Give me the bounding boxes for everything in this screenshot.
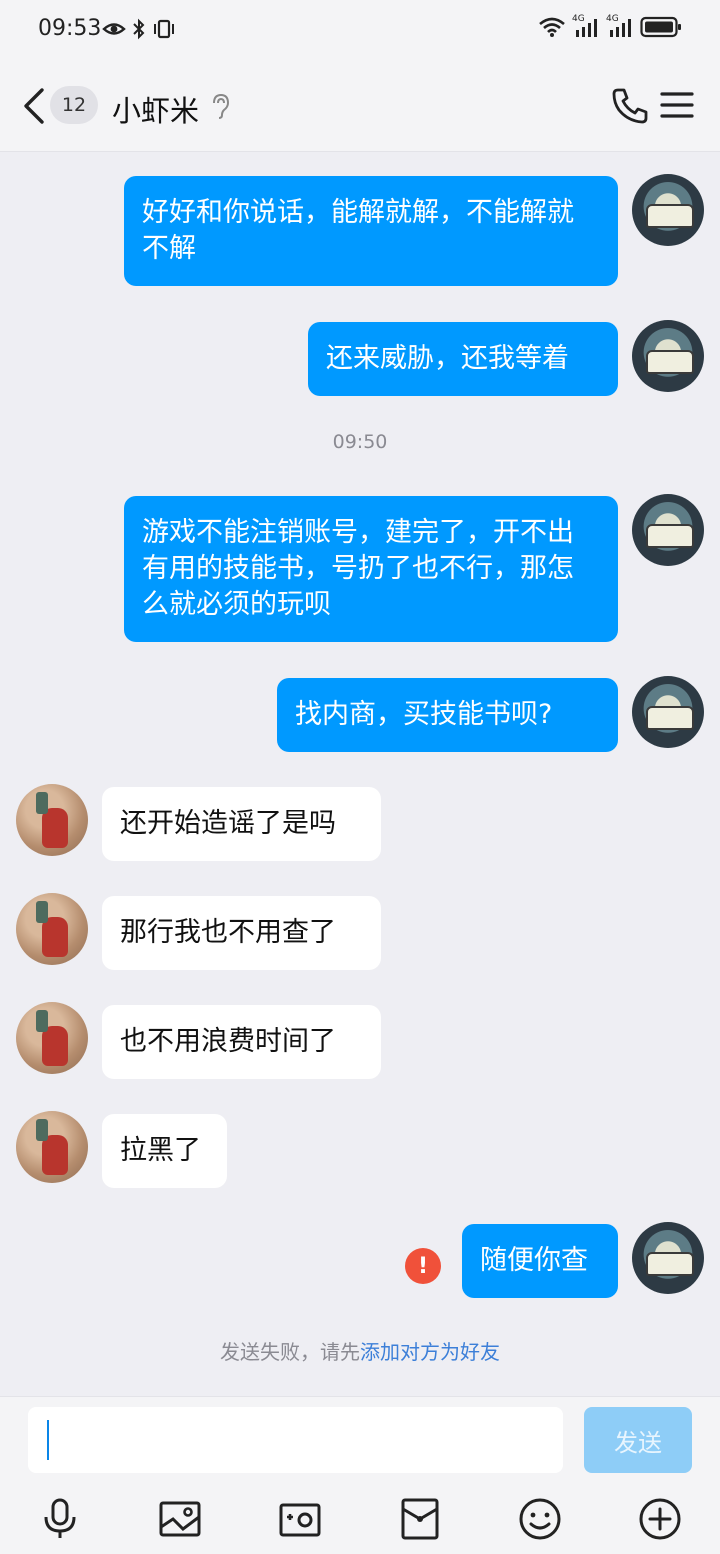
my-avatar[interactable] xyxy=(632,1222,704,1294)
unread-count-badge[interactable]: 12 xyxy=(50,86,98,124)
message-bubble-received[interactable]: 也不用浪费时间了 xyxy=(102,1005,381,1079)
image-icon[interactable] xyxy=(158,1497,202,1541)
emoji-icon[interactable] xyxy=(518,1497,562,1541)
message-bubble-sent[interactable]: 好好和你说话，能解就解，不能解就不解 xyxy=(124,176,618,286)
contact-avatar[interactable] xyxy=(16,893,88,965)
eye-icon xyxy=(102,23,126,35)
my-avatar[interactable] xyxy=(632,174,704,246)
time-separator: 09:50 xyxy=(332,431,388,453)
contact-avatar[interactable] xyxy=(16,784,88,856)
battery-icon xyxy=(640,16,681,38)
red-packet-icon[interactable] xyxy=(398,1497,442,1541)
input-area: 发送 xyxy=(0,1396,720,1554)
status-bar: 09:53 4G 4G xyxy=(0,0,720,58)
add-friend-link[interactable]: 添加对方为好友 xyxy=(360,1340,500,1364)
contact-avatar[interactable] xyxy=(16,1002,88,1074)
bluetooth-icon xyxy=(133,18,145,40)
camera-icon[interactable] xyxy=(278,1497,322,1541)
ear-icon xyxy=(213,93,230,119)
message-bubble-sent[interactable]: 还来威胁，还我等着 xyxy=(308,322,618,396)
message-bubble-sent[interactable]: 找内商，买技能书呗? xyxy=(277,678,618,752)
message-bubble-received[interactable]: 还开始造谣了是吗 xyxy=(102,787,381,861)
chat-header: 12 小虾米 xyxy=(0,58,720,152)
message-input[interactable] xyxy=(28,1407,563,1473)
message-bubble-sent[interactable]: 游戏不能注销账号，建完了，开不出有用的技能书，号扔了也不行，那怎么就必须的玩呗 xyxy=(124,496,618,642)
microphone-icon[interactable] xyxy=(38,1497,82,1541)
message-bubble-received[interactable]: 拉黑了 xyxy=(102,1114,227,1188)
phone-call-icon[interactable] xyxy=(610,86,650,126)
vibrate-icon xyxy=(154,19,174,39)
my-avatar[interactable] xyxy=(632,320,704,392)
back-arrow-icon[interactable] xyxy=(20,86,48,126)
contact-avatar[interactable] xyxy=(16,1111,88,1183)
send-button[interactable]: 发送 xyxy=(584,1407,692,1473)
send-failed-icon[interactable]: ! xyxy=(405,1248,441,1284)
status-time: 09:53 xyxy=(38,16,102,41)
message-bubble-sent[interactable]: 随便你查 xyxy=(462,1224,618,1298)
my-avatar[interactable] xyxy=(632,676,704,748)
menu-icon[interactable] xyxy=(660,90,694,120)
send-failed-text: 发送失败，请先 xyxy=(220,1340,360,1364)
plus-icon[interactable] xyxy=(638,1497,682,1541)
message-bubble-received[interactable]: 那行我也不用查了 xyxy=(102,896,381,970)
my-avatar[interactable] xyxy=(632,494,704,566)
signal-2-icon: 4G xyxy=(606,14,634,38)
signal-1-icon: 4G xyxy=(572,14,600,38)
send-failed-notice: 发送失败，请先添加对方为好友 xyxy=(0,1336,720,1365)
wifi-icon xyxy=(539,17,565,37)
contact-name[interactable]: 小虾米 xyxy=(112,88,199,130)
text-caret xyxy=(47,1420,49,1460)
